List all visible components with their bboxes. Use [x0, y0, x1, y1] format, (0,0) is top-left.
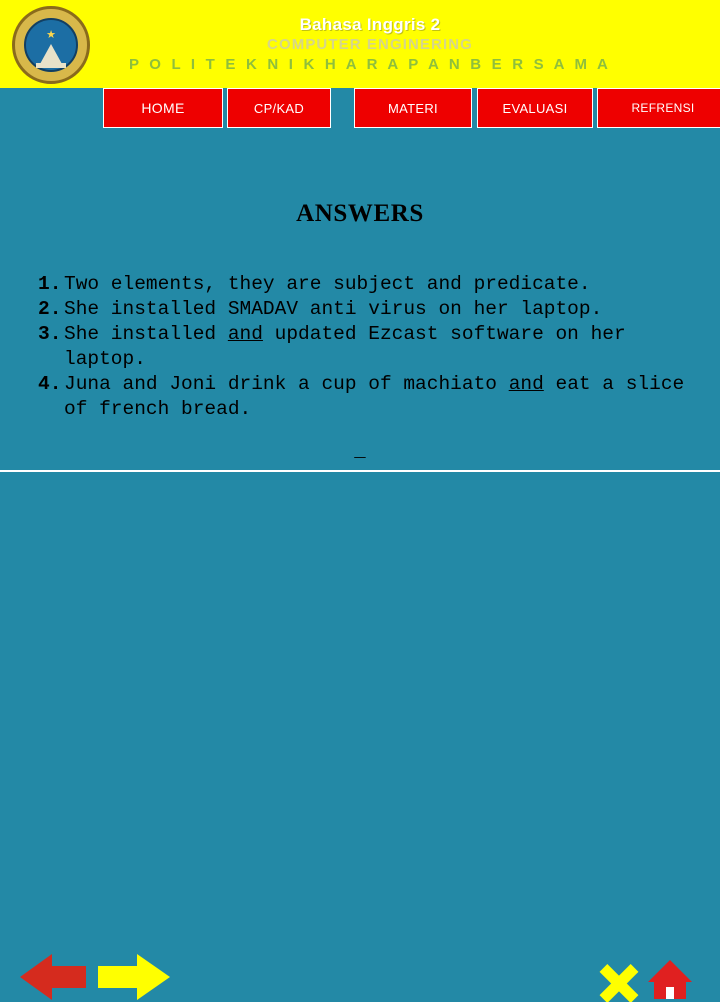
answer-text: She installed SMADAV anti virus on her l… [64, 297, 688, 322]
answer-number: 2. [38, 298, 62, 320]
previous-arrow-icon[interactable] [20, 954, 86, 1000]
answer-item: 2. She installed SMADAV anti virus on her… [38, 297, 688, 322]
course-title: Bahasa Inggris 2 [299, 15, 441, 34]
answer-item: 4. Juna and Joni drink a cup of machiato … [38, 372, 688, 422]
institution-title: P O L I T E K N I K H A R A P A N B E R … [128, 56, 612, 73]
institution-logo-icon: ★ [12, 6, 90, 84]
next-arrow-icon[interactable] [98, 954, 170, 1000]
nav-item-materi[interactable]: MATERI [354, 88, 472, 128]
answer-fragment: Two elements, they are subject and predi… [64, 273, 591, 295]
slide: ★ Bahasa Inggris 2 COMPUTER ENGINERING P… [0, 0, 720, 1002]
nav-bar: HOME CP/KAD MATERI EVALUASI REFRENSI [0, 88, 720, 130]
answer-text: Two elements, they are subject and predi… [64, 272, 688, 297]
answer-text: She installed and updated Ezcast softwar… [64, 322, 688, 372]
header-band: ★ Bahasa Inggris 2 COMPUTER ENGINERING P… [0, 0, 720, 88]
answer-number: 3. [38, 323, 62, 345]
answer-item: 3. She installed and updated Ezcast softw… [38, 322, 688, 372]
home-icon[interactable] [648, 960, 692, 1002]
nav-item-evaluasi[interactable]: EVALUASI [477, 88, 593, 128]
answer-fragment: Juna and Joni drink a cup of machiato [64, 373, 509, 395]
answer-keyword: and [227, 323, 263, 345]
department-title: COMPUTER ENGINERING [267, 36, 473, 53]
nav-item-cpkad[interactable]: CP/KAD [227, 88, 331, 128]
answer-keyword: and [508, 373, 544, 395]
header-title-block: Bahasa Inggris 2 COMPUTER ENGINERING P O… [100, 14, 640, 75]
nav-item-refrensi[interactable]: REFRENSI [597, 88, 720, 128]
close-icon[interactable] [598, 963, 640, 1002]
answer-list: 1. Two elements, they are subject and pre… [38, 272, 688, 422]
separator-dash: _ [354, 440, 366, 462]
answer-fragment: She installed SMADAV anti virus on her l… [64, 298, 603, 320]
answer-number: 1. [38, 273, 62, 295]
answer-fragment: She installed [64, 323, 228, 345]
page-title: ANSWERS [296, 200, 424, 227]
footer-band [0, 470, 720, 1002]
answer-text: Juna and Joni drink a cup of machiato an… [64, 372, 688, 422]
answer-item: 1. Two elements, they are subject and pre… [38, 272, 688, 297]
nav-item-home[interactable]: HOME [103, 88, 223, 128]
answer-number: 4. [38, 373, 62, 395]
